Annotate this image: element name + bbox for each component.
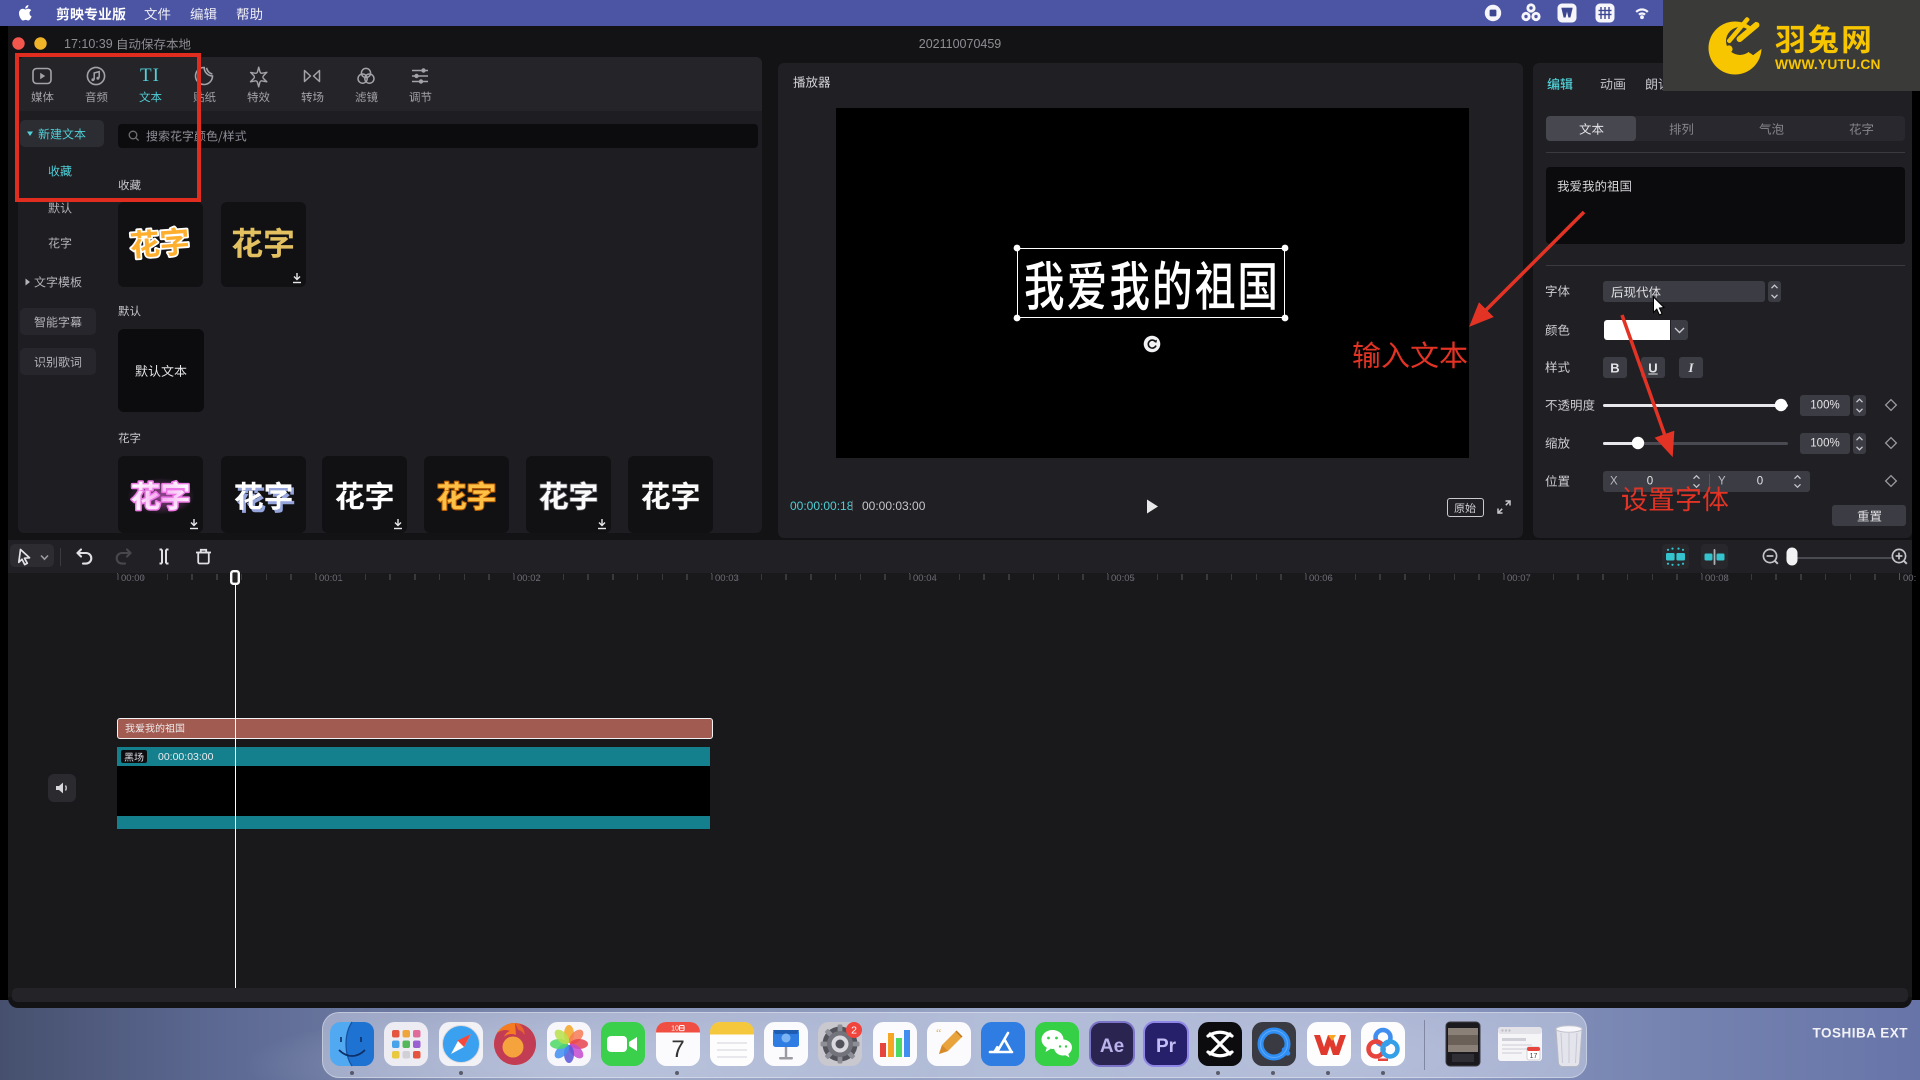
- svg-text:2: 2: [851, 1025, 857, 1037]
- svg-text:Pr: Pr: [1156, 1036, 1177, 1057]
- svg-text:7: 7: [671, 1036, 684, 1063]
- svg-text:10: 10: [671, 1026, 679, 1033]
- svg-text:Ae: Ae: [1099, 1036, 1123, 1057]
- svg-text:17: 17: [1530, 1053, 1538, 1060]
- svg-text:“: “: [936, 1026, 941, 1040]
